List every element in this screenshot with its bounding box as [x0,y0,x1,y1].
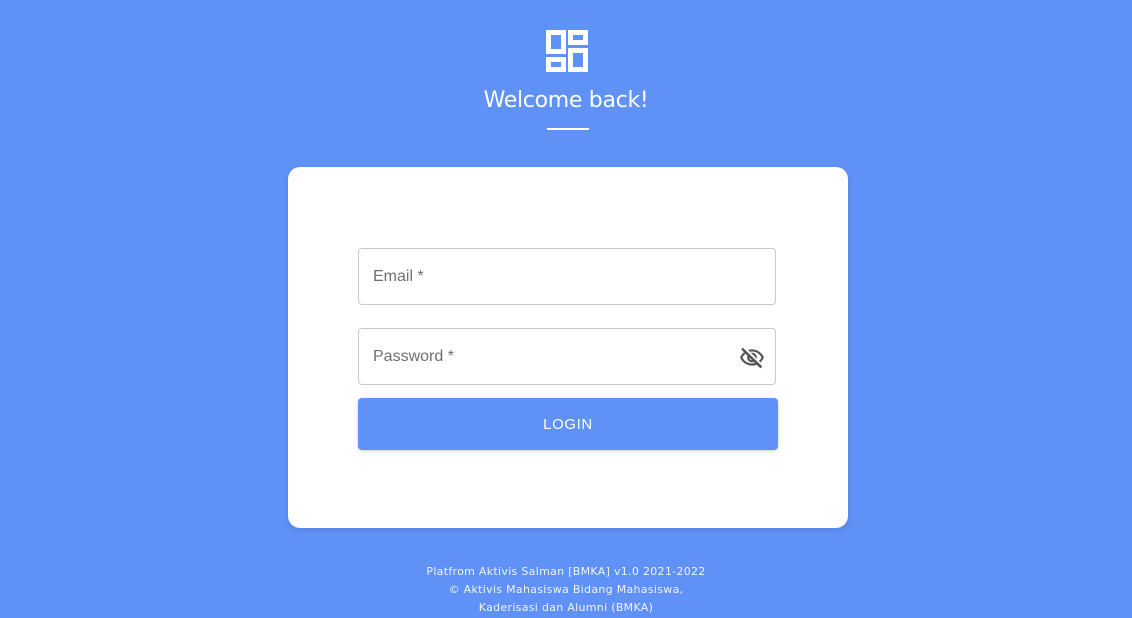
page-title: Welcome back! [483,88,649,113]
email-field[interactable]: Email * [358,248,776,305]
eye-off-icon[interactable] [739,345,765,371]
footer: Platfrom Aktivis Salman [BMKA] v1.0 2021… [0,563,1132,617]
footer-platform-line: Platfrom Aktivis Salman [BMKA] v1.0 2021… [426,565,706,578]
password-field[interactable]: Password * [358,328,776,385]
dashboard-grid-icon [546,30,588,72]
title-divider [547,128,589,130]
footer-copyright-line: © Aktivis Mahasiswa Bidang Mahasiswa, [448,583,684,596]
footer-organization-line: Kaderisasi dan Alumni (BMKA) [478,601,654,614]
login-button[interactable]: LOGIN [358,398,778,450]
login-card: Email * Password * LOGIN [288,167,848,528]
email-label: Email * [373,268,424,285]
password-label: Password * [373,348,454,365]
